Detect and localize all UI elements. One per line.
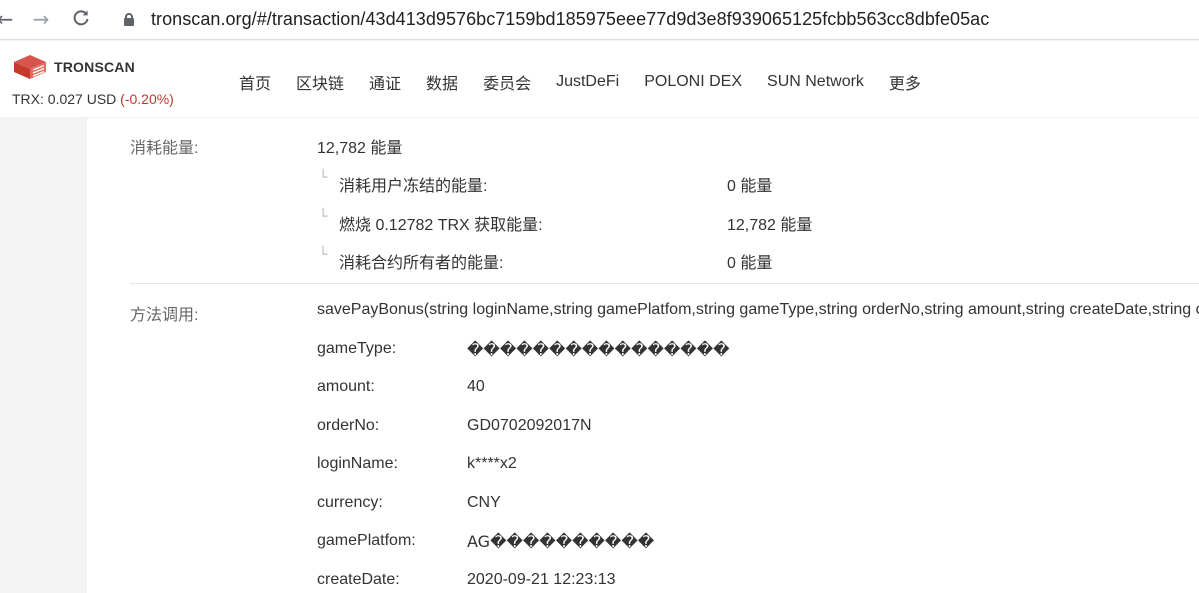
main-menu: 首页 区块链 通证 数据 委员会 JustDeFi POLONI DEX SUN… <box>239 70 946 94</box>
energy-owner-label: 消耗合约所有者的能量: <box>339 255 504 272</box>
logo-text: TRONSCAN <box>54 59 135 75</box>
menu-item-justdefi[interactable]: JustDeFi <box>556 73 619 91</box>
menu-item-sun-network[interactable]: SUN Network <box>767 73 864 91</box>
menu-item-blockchain[interactable]: 区块链 <box>296 70 344 94</box>
price-label: TRX: 0.027 USD <box>12 91 117 107</box>
menu-item-more[interactable]: 更多 <box>889 70 921 94</box>
address-bar[interactable]: tronscan.org/#/transaction/43d413d9576bc… <box>124 8 989 30</box>
energy-frozen-label: 消耗用户冻结的能量: <box>339 178 488 195</box>
transaction-details: 消耗能量: 12,782 能量 └ 消耗用户冻结的能量: 0 能量 └ 燃烧 0… <box>87 118 1199 593</box>
menu-item-committee[interactable]: 委员会 <box>483 70 531 94</box>
lock-icon[interactable] <box>124 12 134 26</box>
menu-item-tokens[interactable]: 通证 <box>369 70 401 94</box>
param-name-currency: currency: <box>317 494 383 511</box>
tree-branch-icon: └ <box>319 247 328 263</box>
back-arrow-icon[interactable]: ← <box>0 8 16 30</box>
forward-arrow-icon[interactable]: → <box>30 8 52 30</box>
energy-label: 消耗能量: <box>130 140 199 157</box>
param-name-loginname: loginName: <box>317 455 398 472</box>
url-text[interactable]: tronscan.org/#/transaction/43d413d9576bc… <box>151 9 989 30</box>
reload-svg <box>73 10 89 26</box>
tronscan-logo[interactable]: TRONSCAN <box>12 53 135 81</box>
param-name-orderno: orderNo: <box>317 417 380 434</box>
reload-icon[interactable] <box>70 8 92 30</box>
trx-price: TRX: 0.027 USD (-0.20%) <box>12 91 174 107</box>
param-value-amount: 40 <box>467 378 485 395</box>
tree-branch-icon: └ <box>319 209 328 225</box>
method-label: 方法调用: <box>130 307 199 324</box>
param-name-gametype: gameType: <box>317 340 397 357</box>
site-header: TRONSCAN TRX: 0.027 USD (-0.20%) 首页 区块链 … <box>0 41 1199 117</box>
energy-frozen-value: 0 能量 <box>727 178 773 195</box>
menu-item-data[interactable]: 数据 <box>426 70 458 94</box>
menu-item-home[interactable]: 首页 <box>239 70 271 94</box>
tronscan-logo-icon <box>14 55 46 79</box>
param-value-orderno: GD0702092017N <box>467 417 592 434</box>
menu-item-poloni-dex[interactable]: POLONI DEX <box>644 73 742 91</box>
param-value-loginname: k****x2 <box>467 455 517 472</box>
energy-burn-label: 燃烧 0.12782 TRX 获取能量: <box>339 217 543 234</box>
param-name-amount: amount: <box>317 378 375 395</box>
price-change: (-0.20%) <box>120 91 174 107</box>
param-value-gameplatfom: AG���������� <box>467 532 655 551</box>
energy-burn-value: 12,782 能量 <box>727 217 813 234</box>
energy-owner-value: 0 能量 <box>727 255 773 272</box>
method-signature: savePayBonus(string loginName,string gam… <box>317 301 1199 318</box>
browser-toolbar: ← → tronscan.org/#/transaction/43d413d95… <box>0 0 1199 40</box>
section-divider <box>130 283 1199 284</box>
tree-branch-icon: └ <box>319 170 328 186</box>
param-value-gametype: ���������������� <box>467 340 730 359</box>
energy-total: 12,782 能量 <box>317 140 403 157</box>
param-name-createdate: createDate: <box>317 571 400 588</box>
param-name-gameplatfom: gamePlatfom: <box>317 532 416 549</box>
param-value-createdate: 2020-09-21 12:23:13 <box>467 571 616 588</box>
param-value-currency: CNY <box>467 494 501 511</box>
